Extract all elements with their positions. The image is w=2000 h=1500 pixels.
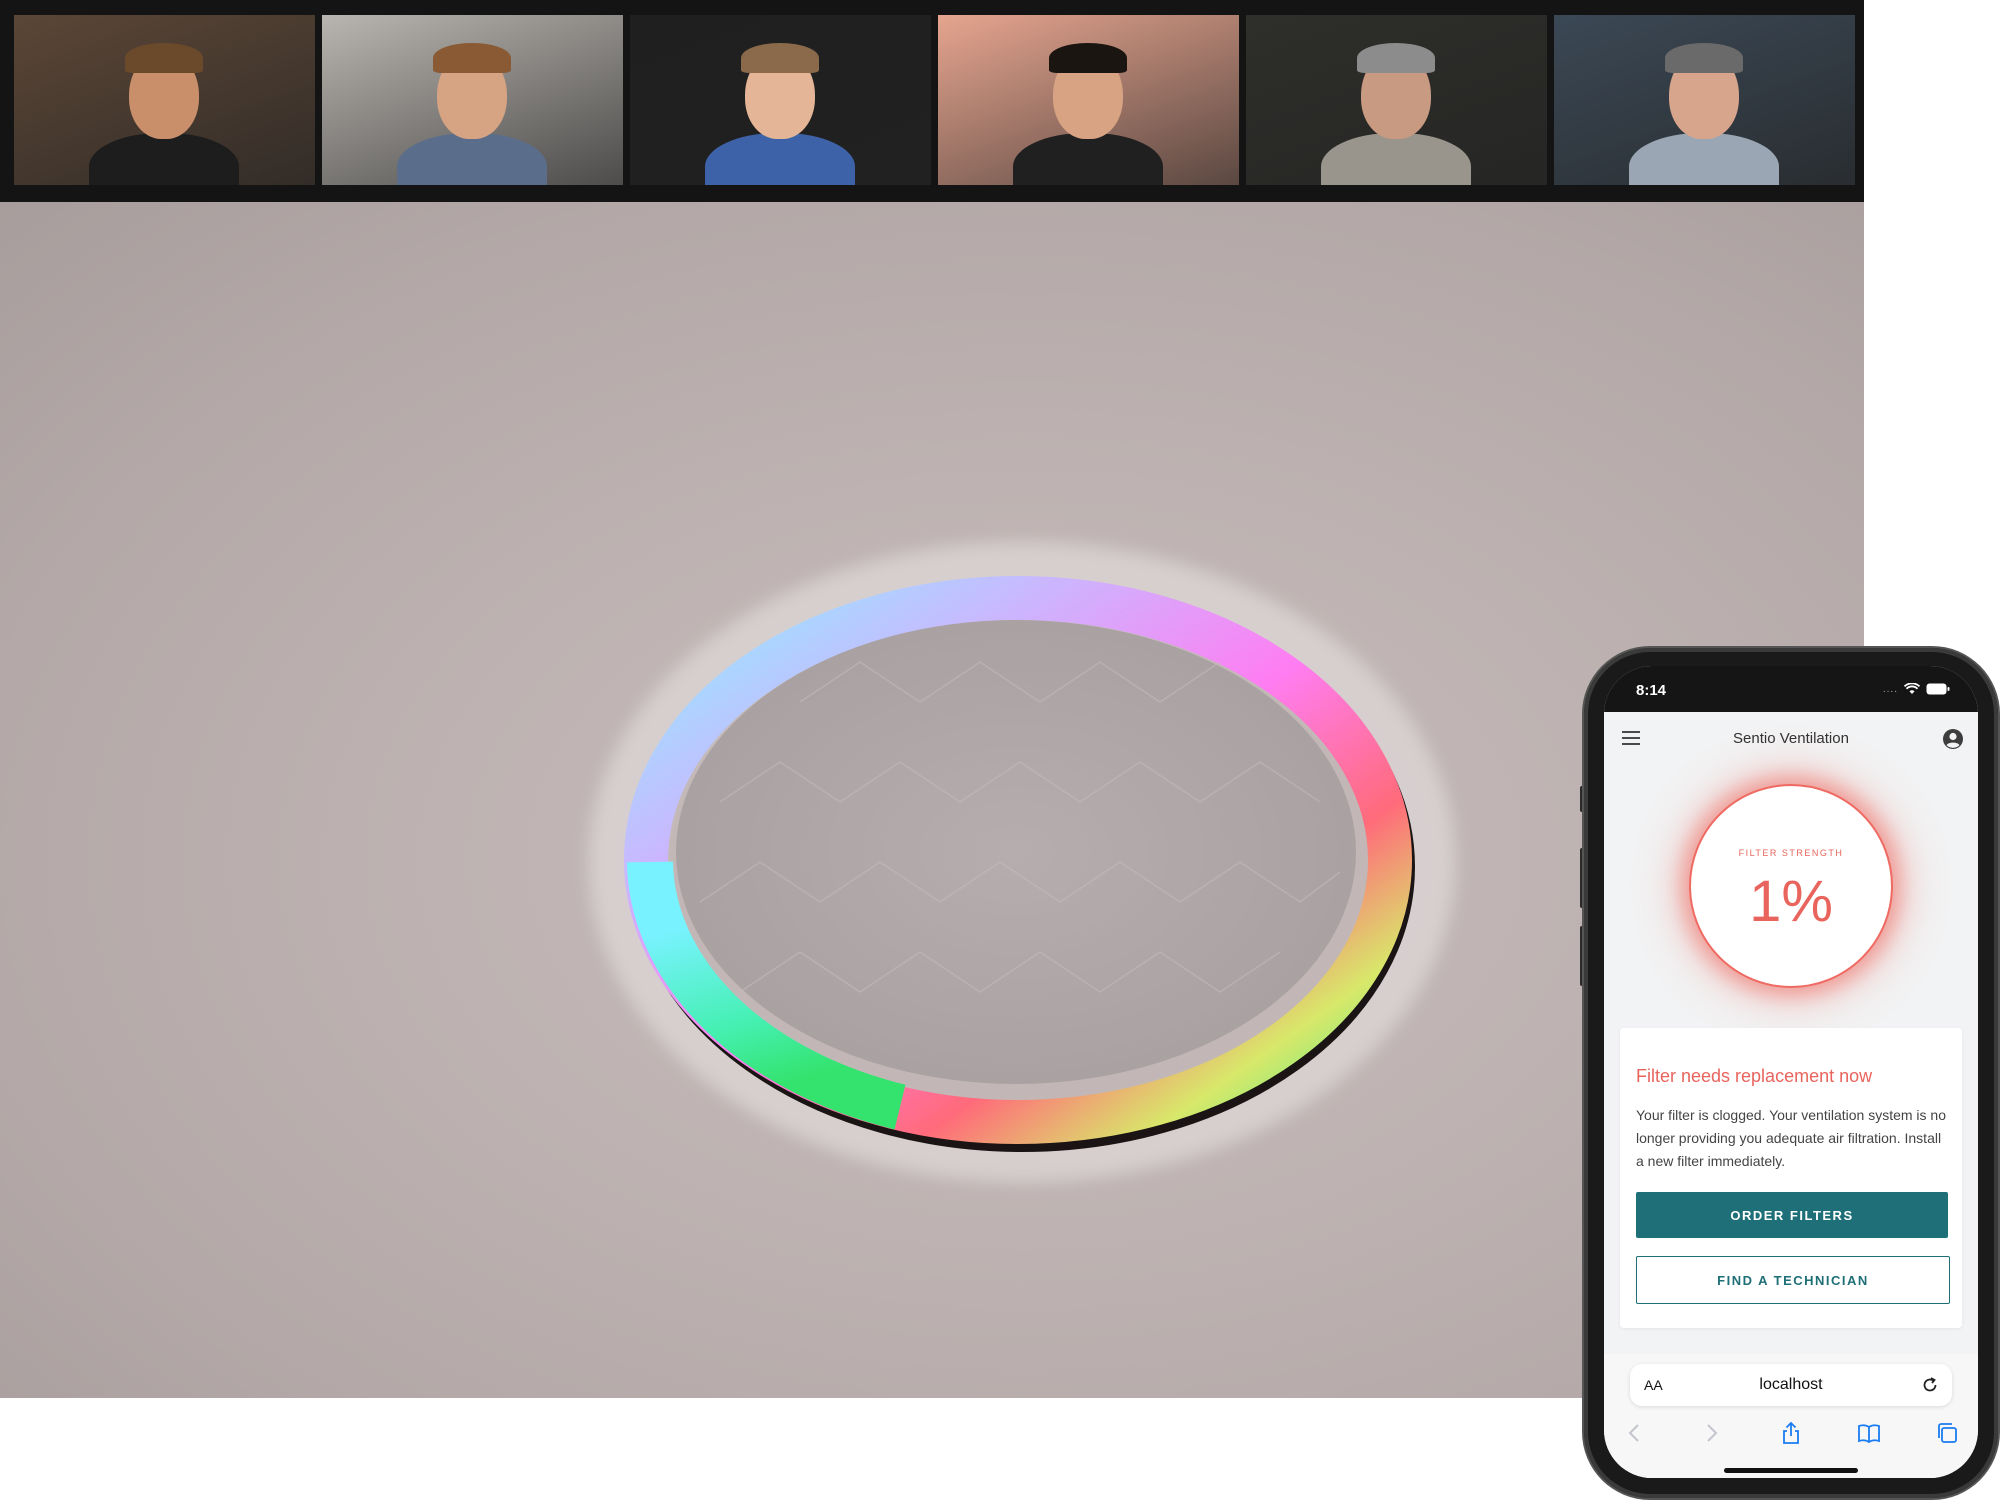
participant-hair: [741, 43, 819, 73]
browser-toolbar: [1604, 1412, 1978, 1452]
alert-title: Filter needs replacement now: [1636, 1066, 1873, 1086]
address-bar[interactable]: AA localhost: [1630, 1364, 1952, 1406]
screenshot: 8:14 .... Sentio Ventilation FILTER STRE…: [0, 0, 2000, 1500]
status-bar: 8:14 ....: [1604, 666, 1978, 712]
alert-card: Filter needs replacement now Your filter…: [1620, 1028, 1962, 1328]
alert-body: Your filter is clogged. Your ventilation…: [1636, 1107, 1946, 1169]
participant-hair: [1049, 43, 1127, 73]
app-title: Sentio Ventilation: [1733, 730, 1849, 747]
reload-icon[interactable]: [1920, 1375, 1940, 1395]
phone-mockup: 8:14 .... Sentio Ventilation FILTER STRE…: [1580, 648, 2000, 1500]
forward-icon[interactable]: [1698, 1420, 1724, 1446]
bookmarks-icon[interactable]: [1856, 1420, 1882, 1446]
browser-chrome: AA localhost: [1604, 1354, 1978, 1478]
battery-icon: [1926, 683, 1950, 695]
url-text: localhost: [1759, 1376, 1823, 1393]
find-technician-button[interactable]: FIND A TECHNICIAN: [1636, 1256, 1950, 1304]
participant-tile-1[interactable]: [14, 15, 315, 185]
app-bar: Sentio Ventilation: [1604, 712, 1978, 768]
participant-tile-4[interactable]: [938, 15, 1239, 185]
participant-tile-5[interactable]: [1246, 15, 1547, 185]
share-icon[interactable]: [1778, 1420, 1804, 1446]
filter-gauge-section: FILTER STRENGTH 1%: [1604, 768, 1978, 1008]
status-icons: ....: [1883, 683, 1950, 695]
participant-hair: [1665, 43, 1743, 73]
tabs-icon[interactable]: [1934, 1420, 1960, 1446]
participant-tile-6[interactable]: [1554, 15, 1855, 185]
participant-hair: [433, 43, 511, 73]
participant-hair: [125, 43, 203, 73]
order-filters-button[interactable]: ORDER FILTERS: [1636, 1192, 1948, 1238]
filter-strength-gauge: FILTER STRENGTH 1%: [1689, 784, 1893, 988]
participant-tile-3[interactable]: [630, 15, 931, 185]
account-icon[interactable]: [1942, 728, 1964, 750]
participant-hair: [1357, 43, 1435, 73]
status-time: 8:14: [1636, 682, 1667, 699]
phone-screen: 8:14 .... Sentio Ventilation FILTER STRE…: [1604, 666, 1978, 1478]
gauge-label: FILTER STRENGTH: [1738, 848, 1844, 858]
participant-strip: [0, 0, 1864, 202]
signal-icon: ....: [1882, 683, 1898, 695]
back-icon[interactable]: [1622, 1420, 1648, 1446]
gauge-value: 1%: [1749, 869, 1833, 934]
home-indicator: [1724, 1468, 1858, 1473]
wifi-icon: [1904, 683, 1920, 695]
participant-tile-2[interactable]: [322, 15, 623, 185]
